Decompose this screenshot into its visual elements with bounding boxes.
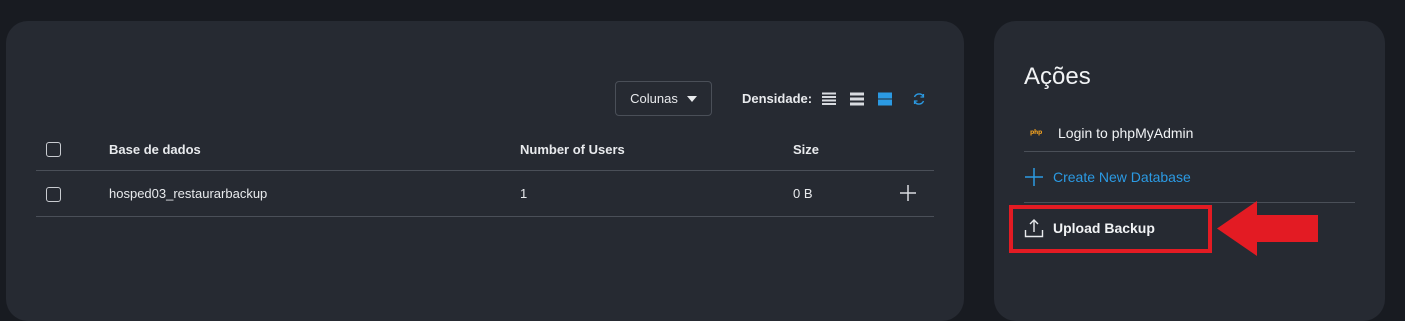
select-all-checkbox[interactable] [46, 142, 61, 157]
column-header-database[interactable]: Base de dados [109, 142, 201, 157]
database-table: Base de dados Number of Users Size hospe… [36, 129, 934, 217]
create-database-action[interactable]: Create New Database [1024, 164, 1355, 190]
login-phpmyadmin-label: Login to phpMyAdmin [1058, 124, 1194, 141]
refresh-icon[interactable] [912, 92, 926, 106]
row-checkbox[interactable] [46, 187, 61, 202]
upload-backup-label: Upload Backup [1053, 220, 1155, 236]
plus-icon [1025, 168, 1043, 186]
actions-panel: Ações php Login to phpMyAdmin Create New… [994, 21, 1385, 321]
plus-icon[interactable] [899, 184, 917, 202]
cell-size: 0 B [793, 186, 813, 201]
columns-button-label: Colunas [630, 91, 678, 106]
column-header-size[interactable]: Size [793, 142, 819, 157]
database-panel: Colunas Densidade: Base de dados Number … [6, 21, 964, 321]
table-row[interactable]: hosped03_restaurarbackup 1 0 B [36, 171, 934, 217]
density-label: Densidade: [742, 91, 813, 106]
cell-database-name: hosped03_restaurarbackup [109, 186, 268, 201]
create-database-label: Create New Database [1053, 169, 1191, 185]
density-standard-icon[interactable] [849, 91, 865, 107]
caret-down-icon [686, 95, 697, 102]
columns-button[interactable]: Colunas [615, 81, 712, 116]
phpmyadmin-logo: php [1030, 129, 1042, 136]
upload-icon [1024, 219, 1044, 238]
density-compact-icon[interactable] [821, 91, 837, 107]
actions-title: Ações [1024, 63, 1091, 90]
cell-user-count: 1 [520, 186, 528, 201]
table-toolbar: Colunas Densidade: [6, 81, 964, 117]
actions-divider [1024, 151, 1355, 152]
density-comfortable-icon[interactable] [877, 91, 893, 107]
table-header-row: Base de dados Number of Users Size [36, 129, 934, 171]
login-phpmyadmin-action[interactable]: php Login to phpMyAdmin [1024, 114, 1355, 151]
column-header-users[interactable]: Number of Users [520, 142, 625, 157]
arrow-left-icon [1217, 201, 1318, 256]
